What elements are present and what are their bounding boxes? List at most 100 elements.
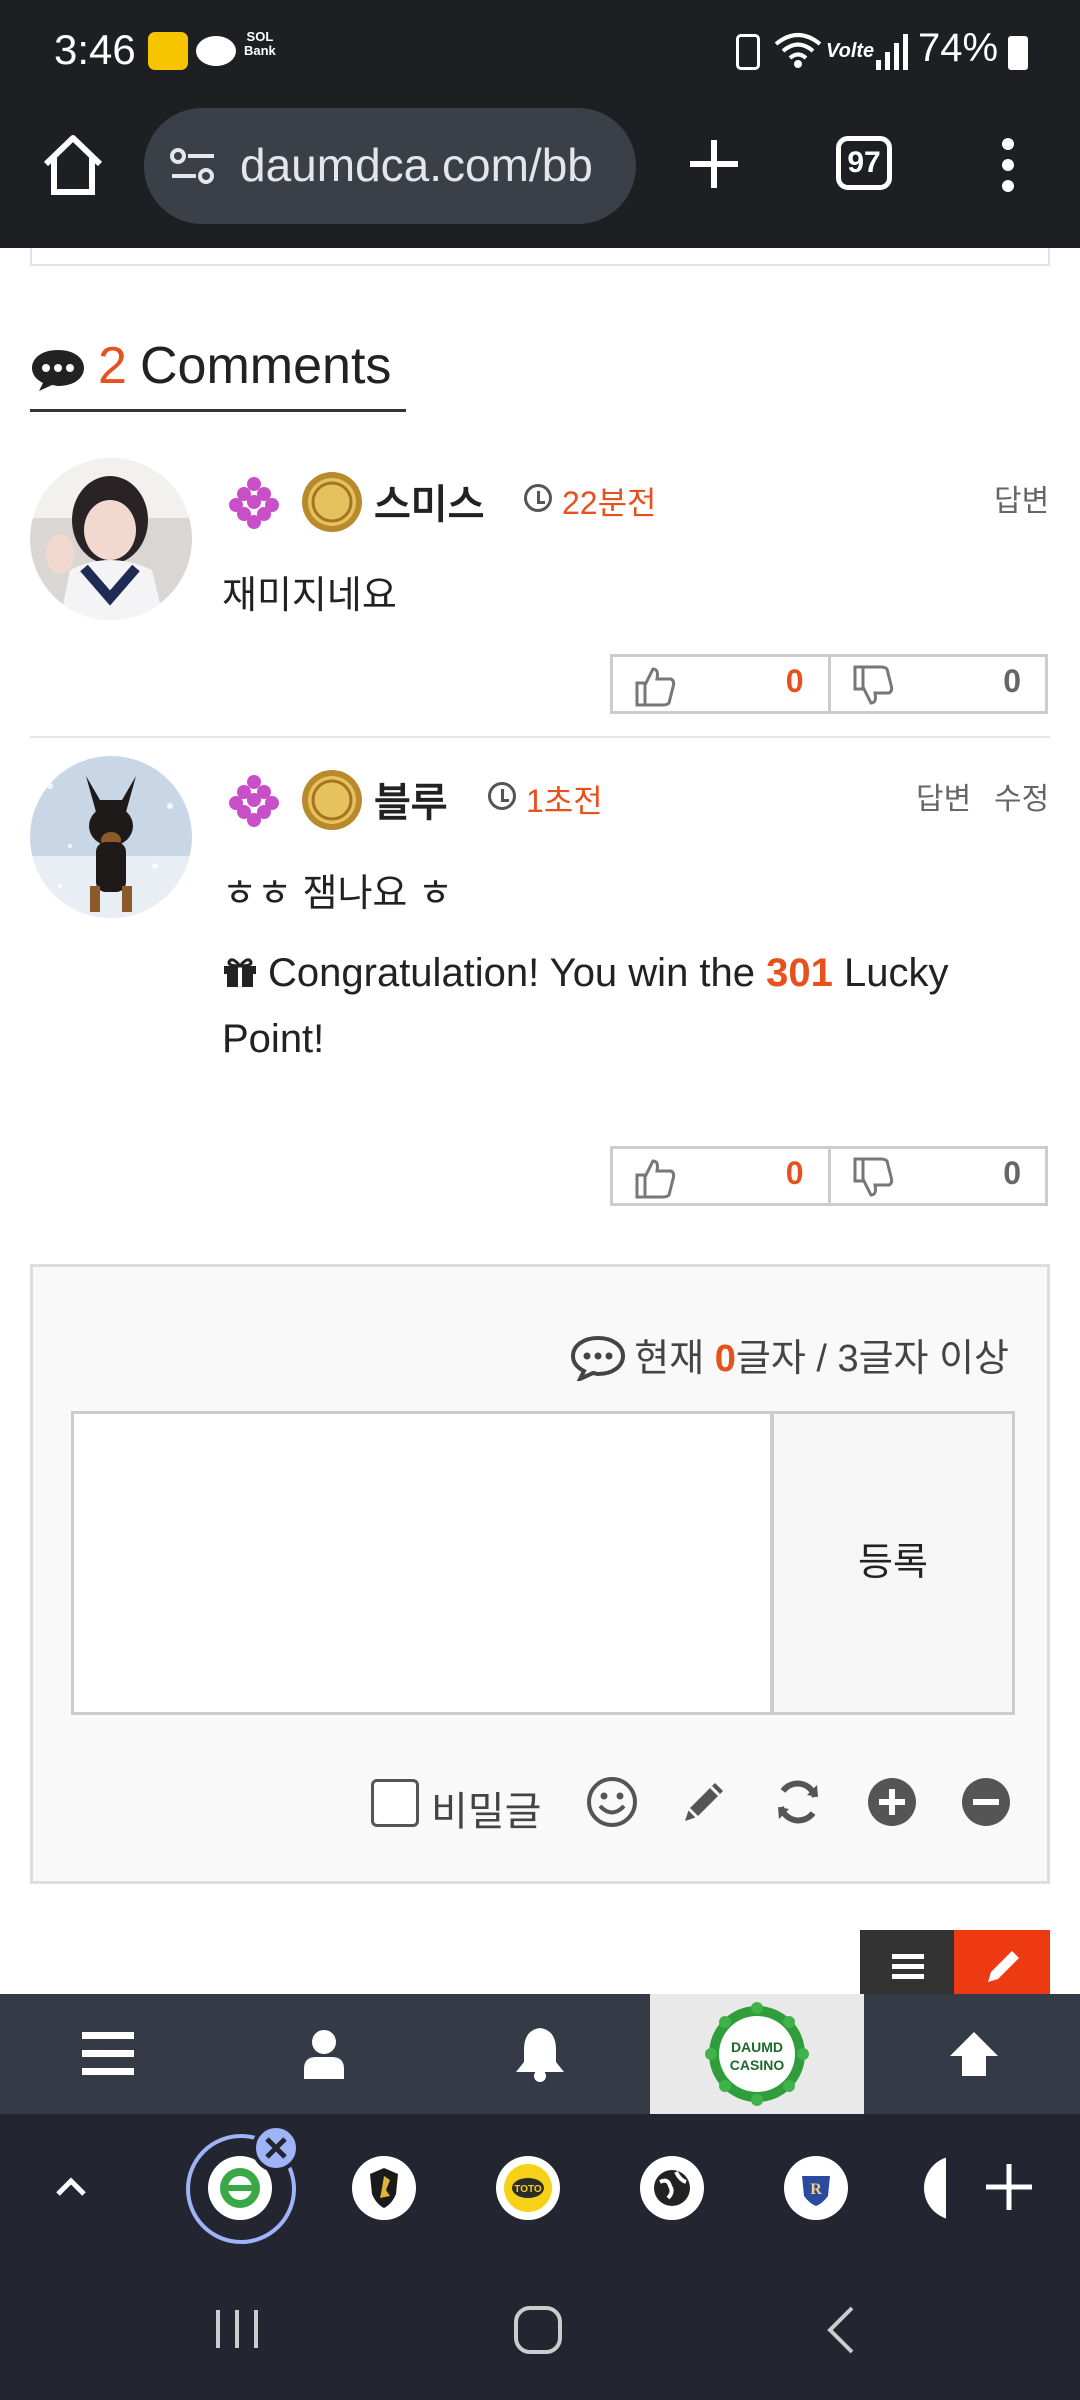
bell-icon (515, 2028, 564, 2082)
upvote-button[interactable]: 0 (613, 1149, 828, 1203)
downvote-count: 0 (1003, 1155, 1021, 1191)
clock-icon (488, 782, 516, 810)
pencil-icon (988, 1951, 1019, 1982)
comment-divider (30, 736, 1050, 738)
floating-actions (860, 1930, 1050, 1994)
length-suffix: 글자 / 3글자 이상 (735, 1338, 1009, 1380)
sol-bank-icon: SOL Bank (244, 29, 276, 58)
tab-favicon-crest[interactable]: R (784, 2156, 848, 2220)
battery-percent: 74% (918, 26, 999, 70)
comment-author[interactable]: 스미스 (374, 472, 484, 530)
downvote-button[interactable]: 0 (827, 1149, 1046, 1203)
wifi-icon (774, 33, 822, 68)
browser-toolbar: daumdca.com/bb 97 (0, 100, 1080, 248)
svg-text:TOTO: TOTO (514, 2184, 542, 2195)
close-tab-button[interactable] (252, 2124, 300, 2172)
avatar[interactable] (30, 756, 192, 918)
chat-bubble-icon (32, 350, 84, 391)
comment-item: 스미스 22분전 답변 재미지네요 0 0 (0, 458, 1080, 738)
tab-favicon-toto[interactable]: TOTO (496, 2156, 560, 2220)
thumbs-up-icon (635, 1159, 676, 1199)
comment-form: 현재 0글자 / 3글자 이상 등록 비밀글 (30, 1264, 1050, 1884)
minus-circle-icon[interactable] (959, 1775, 1013, 1829)
upvote-count: 0 (785, 663, 804, 699)
coin-badge-icon (302, 472, 362, 532)
lucky-point-message: Congratulation! You win the 301 Lucky Po… (222, 940, 1052, 1072)
chat-app-icon (196, 36, 236, 66)
back-icon[interactable] (822, 2304, 862, 2356)
volte-indicator: Volte (826, 40, 875, 62)
tab-favicon-partial[interactable] (924, 2156, 946, 2220)
length-prefix: 현재 (634, 1338, 705, 1380)
pencil-icon[interactable] (677, 1775, 731, 1829)
clock-icon (524, 484, 552, 512)
smile-icon[interactable] (585, 1775, 639, 1829)
length-value: 0 (714, 1338, 736, 1380)
downvote-count: 0 (1003, 663, 1021, 699)
nav-menu-button[interactable] (0, 1994, 215, 2114)
upvote-count: 0 (785, 1155, 804, 1191)
battery-saver-icon (736, 34, 760, 70)
secret-checkbox[interactable] (371, 1779, 419, 1827)
chevron-up-icon[interactable] (44, 2160, 98, 2214)
previous-section-box (30, 248, 1050, 266)
kb-app-icon (148, 32, 188, 70)
vote-bar: 0 0 (610, 654, 1048, 714)
thumbs-down-icon (853, 1157, 893, 1197)
address-bar[interactable]: daumdca.com/bb (144, 108, 636, 224)
status-time: 3:46 (54, 26, 136, 73)
site-settings-icon[interactable] (170, 146, 216, 186)
comment-time: 1초전 (526, 783, 603, 819)
home-nav-icon[interactable] (512, 2304, 564, 2356)
gift-icon (224, 958, 256, 987)
signal-icon (876, 34, 908, 70)
avatar[interactable] (30, 458, 192, 620)
reply-link[interactable]: 답변 (994, 476, 1049, 520)
comment-time: 22분전 (562, 485, 657, 521)
submit-button[interactable]: 등록 (771, 1411, 1015, 1715)
casino-logo: DAUMD CASINO (705, 2002, 809, 2106)
comment-textarea[interactable] (71, 1411, 773, 1715)
edit-link[interactable]: 수정 (994, 774, 1049, 818)
new-tab-icon[interactable] (684, 134, 744, 194)
tab-switcher-button[interactable]: 97 (836, 136, 892, 190)
comments-title: Comments (140, 337, 392, 395)
plus-circle-icon[interactable] (865, 1775, 919, 1829)
site-logo-button[interactable]: DAUMD CASINO (650, 1994, 864, 2114)
comment-body: ㅎㅎ 잼나요 ㅎ (222, 873, 453, 915)
write-button[interactable] (954, 1930, 1050, 1994)
home-icon[interactable] (38, 130, 108, 200)
arrow-up-icon (949, 2032, 998, 2076)
tab-favicon-globe[interactable] (640, 2156, 704, 2220)
svg-text:DAUMD: DAUMD (731, 2039, 783, 2055)
page-content: 2 Comments 스미스 22분전 답변 재미지네요 0 0 블루 1초전 … (0, 248, 1080, 1994)
hamburger-icon (81, 2032, 134, 2075)
coin-badge-icon (302, 770, 362, 830)
comment-author[interactable]: 블루 (374, 770, 448, 828)
level-badge-icon (224, 770, 284, 830)
recent-apps-icon[interactable] (212, 2304, 262, 2354)
nav-user-button[interactable] (216, 1994, 431, 2114)
chat-bubble-icon (571, 1335, 626, 1381)
downvote-button[interactable]: 0 (827, 657, 1046, 711)
board-menu-button[interactable] (860, 1930, 954, 1994)
more-menu-icon[interactable] (1000, 136, 1016, 194)
comment-count: 2 (98, 337, 127, 395)
reply-link[interactable]: 답변 (916, 774, 971, 818)
status-bar: 3:46 SOL Bank Volte 74% (0, 0, 1080, 100)
comment-body: 재미지네요 (222, 575, 397, 617)
tab-favicon-shield[interactable] (352, 2156, 416, 2220)
site-bottom-nav: DAUMD CASINO (0, 1994, 1080, 2114)
upvote-button[interactable]: 0 (613, 657, 828, 711)
url-text[interactable]: daumdca.com/bb (240, 138, 593, 192)
new-tab-icon[interactable] (980, 2158, 1038, 2216)
user-icon (303, 2030, 344, 2079)
system-navigation-bar (0, 2262, 1080, 2400)
nav-scroll-top-button[interactable] (866, 1994, 1080, 2114)
hamburger-icon (892, 1954, 924, 1979)
svg-text:CASINO: CASINO (730, 2057, 785, 2073)
level-badge-icon (224, 472, 284, 532)
nav-notification-button[interactable] (432, 1994, 647, 2114)
tab-group-strip: TOTO R (0, 2114, 1080, 2262)
refresh-icon[interactable] (771, 1775, 825, 1829)
